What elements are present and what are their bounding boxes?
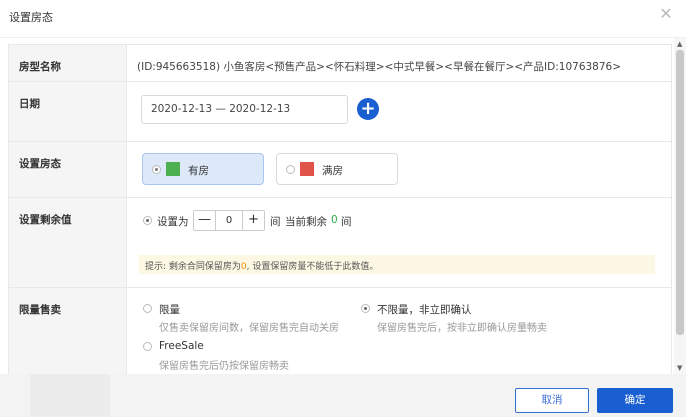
room-type-label: 房型名称 <box>19 61 61 73</box>
current-remaining-value: 0 <box>331 214 338 226</box>
set-to-label: 设置为 <box>157 216 189 228</box>
date-row: 日期 2020-12-13 — 2020-12-13 + <box>9 82 671 142</box>
unit-label: 间 <box>270 216 281 228</box>
limit-sale-content: 限量 仅售卖保留房间数，保留房售完自动关房 不限量，非立即确认 保留房售完后，按… <box>127 288 671 374</box>
dialog-header: 设置房态 ✕ <box>0 0 686 38</box>
limit-sale-label-cell: 限量售卖 <box>9 288 127 374</box>
cancel-button[interactable]: 取消 <box>515 388 589 413</box>
status-option-full[interactable]: 满房 <box>276 153 398 185</box>
freesale-desc: 保留房售完后仍按保留房畅卖 <box>159 361 289 372</box>
tip-suffix: , 设置保留房量不能低于此数值。 <box>246 262 379 272</box>
scroll-thumb[interactable] <box>676 50 684 335</box>
minus-button[interactable]: — <box>194 211 216 230</box>
freesale-radio[interactable] <box>143 342 152 351</box>
room-status-label: 设置房态 <box>19 158 61 170</box>
set-to-radio[interactable] <box>143 216 152 225</box>
limited-radio[interactable] <box>143 304 152 313</box>
status-option-label: 满房 <box>322 165 343 177</box>
remaining-label-cell: 设置剩余值 <box>9 198 127 287</box>
room-status-content: 有房 满房 <box>127 142 671 197</box>
limited-title: 限量 <box>159 304 180 316</box>
footer-shade <box>30 374 110 417</box>
date-content: 2020-12-13 — 2020-12-13 + <box>127 82 671 141</box>
red-swatch-icon <box>300 162 314 176</box>
limited-desc: 仅售卖保留房间数，保留房售完自动关房 <box>159 323 339 334</box>
stepper-value[interactable]: 0 <box>216 211 242 230</box>
dialog-body: 房型名称 (ID:945663518) 小鱼客房<预售产品><怀石料理><中式早… <box>8 44 672 374</box>
close-icon[interactable]: ✕ <box>658 6 674 22</box>
dialog-title: 设置房态 <box>9 11 53 24</box>
remaining-content: 设置为 — 0 + 间 当前剩余 0 间 提示: 剩余合同保留房为0, 设置保留… <box>127 198 671 287</box>
remaining-row: 设置剩余值 设置为 — 0 + 间 当前剩余 0 间 提示: 剩余合同保留房为0… <box>9 198 671 288</box>
freesale-title: FreeSale <box>159 340 204 352</box>
green-swatch-icon <box>166 162 180 176</box>
status-option-available[interactable]: 有房 <box>142 153 264 185</box>
remaining-stepper: — 0 + <box>193 210 265 231</box>
plus-button[interactable]: + <box>242 211 264 230</box>
current-remaining-prefix: 当前剩余 <box>285 216 327 228</box>
plus-circle-icon[interactable]: + <box>357 98 379 120</box>
room-type-row: 房型名称 (ID:945663518) 小鱼客房<预售产品><怀石料理><中式早… <box>9 45 671 82</box>
room-type-label-cell: 房型名称 <box>9 45 127 81</box>
date-label-cell: 日期 <box>9 82 127 141</box>
scroll-down-icon[interactable]: ▼ <box>677 364 682 372</box>
unlimited-title: 不限量，非立即确认 <box>377 304 472 316</box>
radio-icon <box>286 165 295 174</box>
date-label: 日期 <box>19 98 40 110</box>
room-type-content: (ID:945663518) 小鱼客房<预售产品><怀石料理><中式早餐><早餐… <box>127 45 671 81</box>
confirm-button[interactable]: 确定 <box>597 388 673 413</box>
unlimited-desc: 保留房售完后，按非立即确认房量畅卖 <box>377 323 547 334</box>
scroll-up-icon[interactable]: ▲ <box>677 40 682 48</box>
limit-sale-row: 限量售卖 限量 仅售卖保留房间数，保留房售完自动关房 不限量，非立即确认 保留房… <box>9 288 671 374</box>
limit-sale-label: 限量售卖 <box>19 304 61 316</box>
date-range-input[interactable]: 2020-12-13 — 2020-12-13 <box>141 95 348 124</box>
room-type-value: (ID:945663518) 小鱼客房<预售产品><怀石料理><中式早餐><早餐… <box>137 61 622 73</box>
room-status-label-cell: 设置房态 <box>9 142 127 197</box>
status-option-label: 有房 <box>188 165 209 177</box>
set-room-status-dialog: 设置房态 ✕ 房型名称 (ID:945663518) 小鱼客房<预售产品><怀石… <box>0 0 686 417</box>
room-status-row: 设置房态 有房 满房 <box>9 142 671 198</box>
scrollbar[interactable]: ▲ ▼ <box>674 38 686 374</box>
remaining-tip: 提示: 剩余合同保留房为0, 设置保留房量不能低于此数值。 <box>139 255 655 274</box>
remaining-label: 设置剩余值 <box>19 214 72 226</box>
tip-prefix: 提示: 剩余合同保留房为 <box>145 262 241 272</box>
radio-icon <box>152 165 161 174</box>
unlimited-radio[interactable] <box>361 304 370 313</box>
current-remaining-unit: 间 <box>341 216 352 228</box>
